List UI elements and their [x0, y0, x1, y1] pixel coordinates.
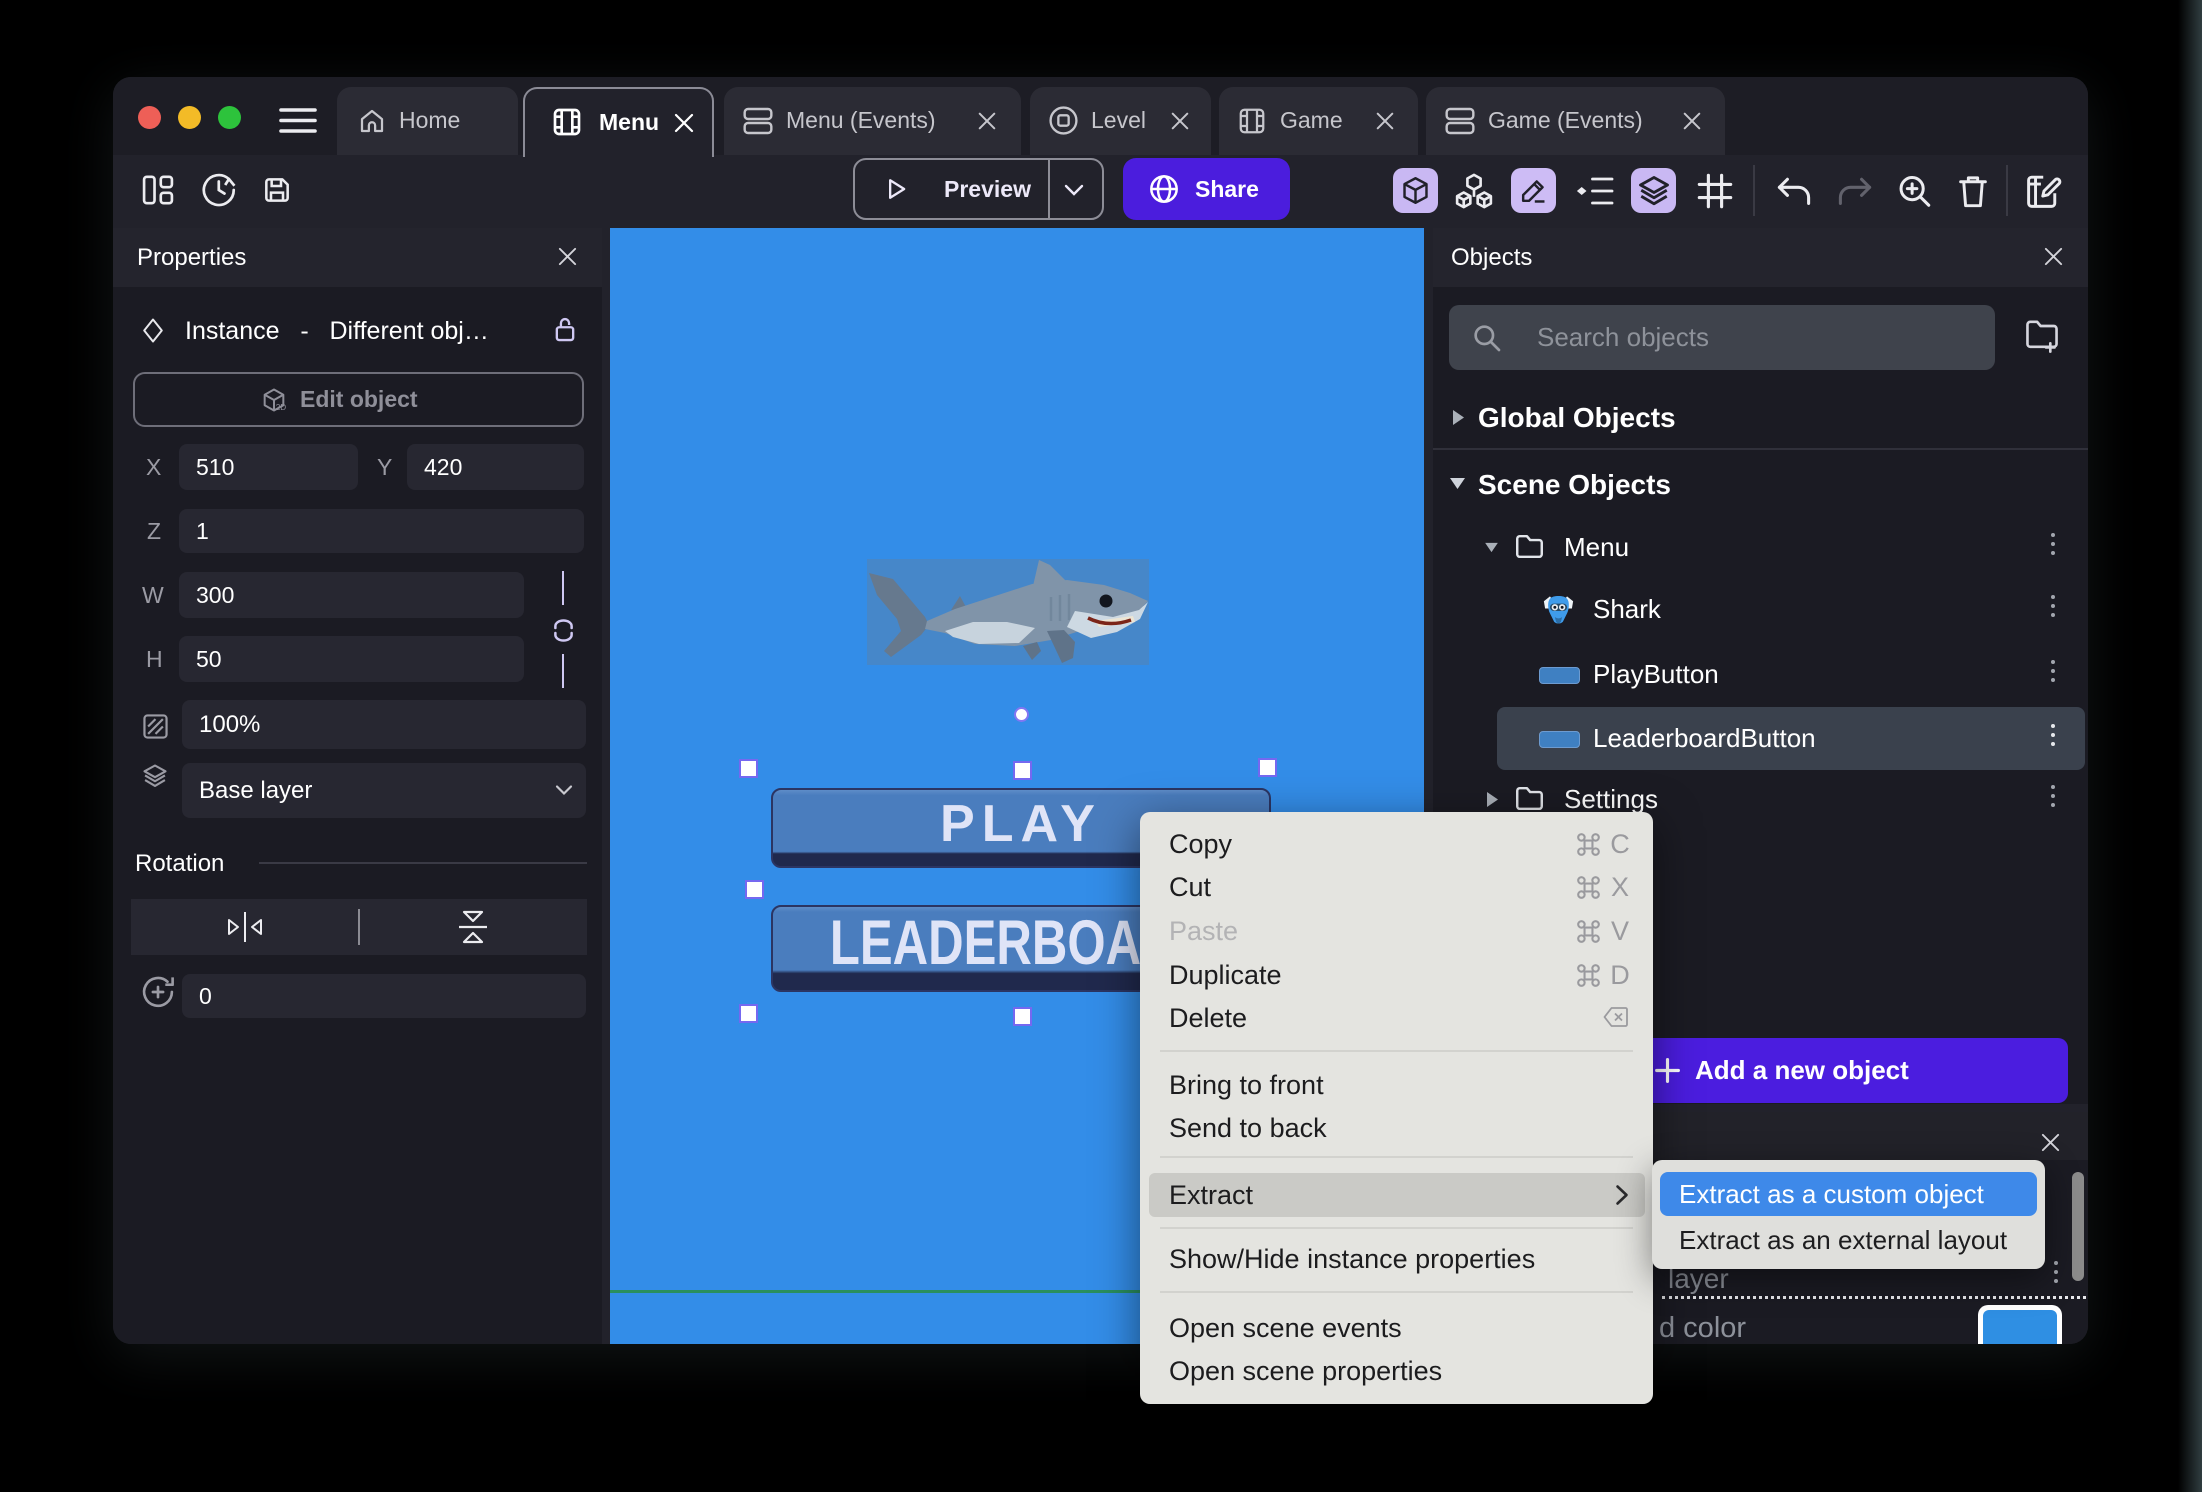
svg-text:2D: 2D: [276, 403, 287, 412]
